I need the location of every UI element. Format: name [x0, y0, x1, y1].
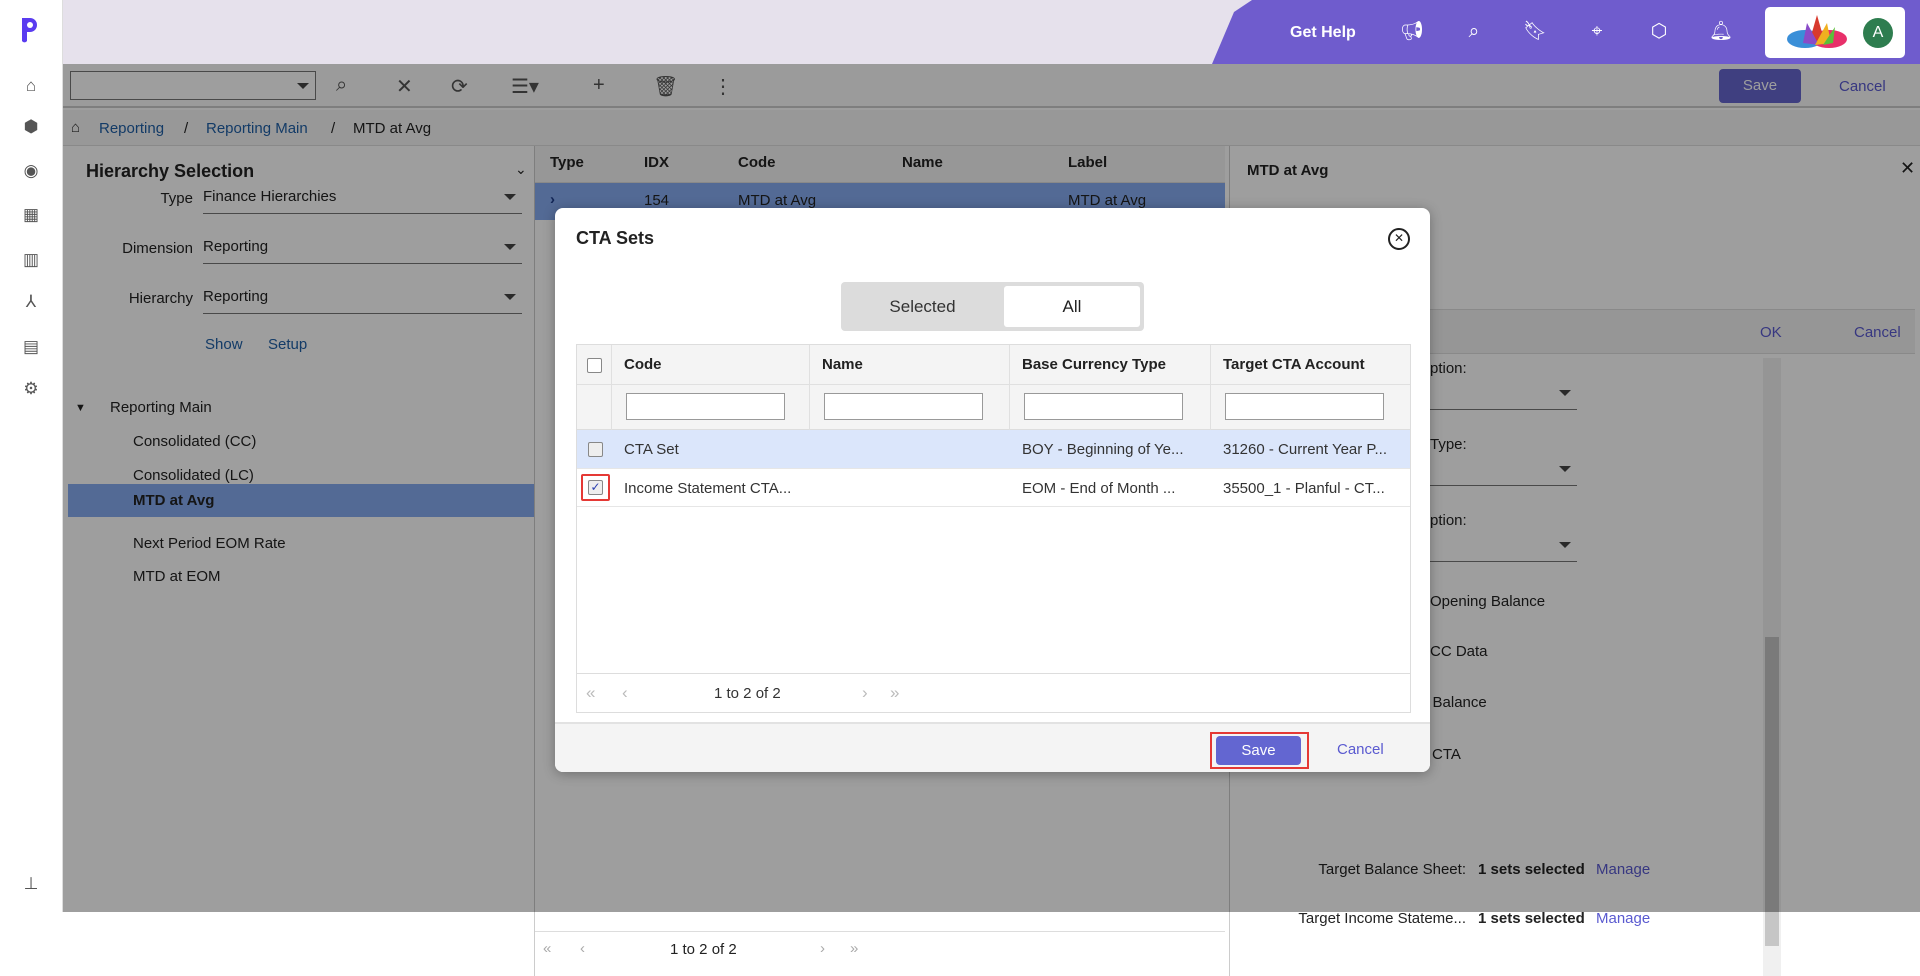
grid-pager: « ‹ 1 to 2 of 2 › »	[535, 931, 1225, 965]
app-sidebar: ⌂ ⬢ ◉ ▦ ▥ ⅄ ▤ ⚙ ⊥	[0, 0, 63, 912]
row-checkbox[interactable]	[588, 442, 603, 457]
toggle-all[interactable]: All	[1004, 286, 1140, 327]
first-page-icon[interactable]: «	[543, 940, 551, 957]
prev-page-icon[interactable]: ‹	[580, 940, 585, 957]
hierarchy-icon[interactable]: ⅄	[20, 291, 42, 313]
manage-income-statement-link[interactable]: Manage	[1596, 910, 1650, 927]
table-row[interactable]: ✓ Income Statement CTA... EOM - End of M…	[577, 469, 1410, 507]
company-logo	[1787, 15, 1847, 48]
crosshair-icon[interactable]: ⌖	[1585, 20, 1609, 44]
name-filter-input[interactable]	[824, 393, 983, 420]
cancel-button[interactable]: Cancel	[1337, 741, 1384, 758]
code-filter-input[interactable]	[626, 393, 785, 420]
pin-icon[interactable]: ⊥	[20, 873, 42, 895]
cta-sets-table: Code Name Base Currency Type Target CTA …	[576, 344, 1411, 713]
selected-all-toggle: Selected All	[841, 282, 1144, 331]
cta-sets-dialog: CTA Sets ✕ Selected All Code Name Base C…	[555, 208, 1430, 772]
gear-icon[interactable]: ⚙	[20, 378, 42, 400]
cell-base-currency: EOM - End of Month ...	[1022, 480, 1176, 497]
megaphone-icon[interactable]: 📢︎	[1400, 20, 1424, 44]
target-account-filter-input[interactable]	[1225, 393, 1384, 420]
dialog-footer: Save Cancel	[555, 722, 1430, 772]
bell-icon[interactable]: 🔔︎	[1709, 20, 1733, 44]
target-icon[interactable]: ◉	[20, 160, 42, 182]
table-header: Code Name Base Currency Type Target CTA …	[577, 345, 1410, 430]
pager-text: 1 to 2 of 2	[670, 941, 737, 958]
grid-icon[interactable]: ▦	[20, 204, 42, 226]
bookmark-icon[interactable]: 🔖︎	[1523, 20, 1547, 44]
table-row[interactable]: CTA Set BOY - Beginning of Ye... 31260 -…	[577, 430, 1410, 469]
home-icon[interactable]: ⌂	[20, 75, 42, 97]
select-all-checkbox[interactable]	[587, 358, 602, 373]
close-icon[interactable]: ✕	[1388, 228, 1410, 250]
table-pager: « ‹ 1 to 2 of 2 › »	[577, 673, 1410, 712]
get-help-link[interactable]: Get Help	[1290, 24, 1356, 42]
cell-target-account: 35500_1 - Planful - CT...	[1223, 480, 1385, 497]
cell-code: Income Statement CTA...	[624, 480, 792, 497]
last-page-icon[interactable]: »	[850, 940, 858, 957]
clipboard-icon[interactable]: ▤	[20, 336, 42, 358]
dialog-title: CTA Sets	[576, 228, 655, 248]
cell-code: CTA Set	[624, 441, 679, 458]
save-button[interactable]: Save	[1216, 736, 1301, 765]
target-income-statement-value: 1 sets selected	[1478, 910, 1585, 927]
cube-icon[interactable]: ⬡	[1647, 20, 1671, 44]
row-checkbox-checked[interactable]: ✓	[588, 480, 603, 495]
avatar[interactable]: A	[1863, 18, 1893, 48]
pager-text: 1 to 2 of 2	[714, 685, 781, 702]
target-income-statement-label: Target Income Stateme...	[1298, 910, 1466, 927]
next-page-icon[interactable]: ›	[862, 683, 868, 703]
cube-icon[interactable]: ⬢	[20, 116, 42, 138]
base-currency-filter-input[interactable]	[1024, 393, 1183, 420]
report-icon[interactable]: ▥	[20, 249, 42, 271]
prev-page-icon[interactable]: ‹	[622, 683, 628, 703]
first-page-icon[interactable]: «	[586, 683, 595, 703]
planful-logo[interactable]	[18, 14, 40, 44]
cell-base-currency: BOY - Beginning of Ye...	[1022, 441, 1184, 458]
last-page-icon[interactable]: »	[890, 683, 899, 703]
cell-target-account: 31260 - Current Year P...	[1223, 441, 1388, 458]
brand-box: A	[1765, 7, 1905, 58]
next-page-icon[interactable]: ›	[820, 940, 825, 957]
toggle-selected[interactable]: Selected	[841, 282, 1004, 331]
search-icon[interactable]: ⌕	[1462, 20, 1486, 44]
